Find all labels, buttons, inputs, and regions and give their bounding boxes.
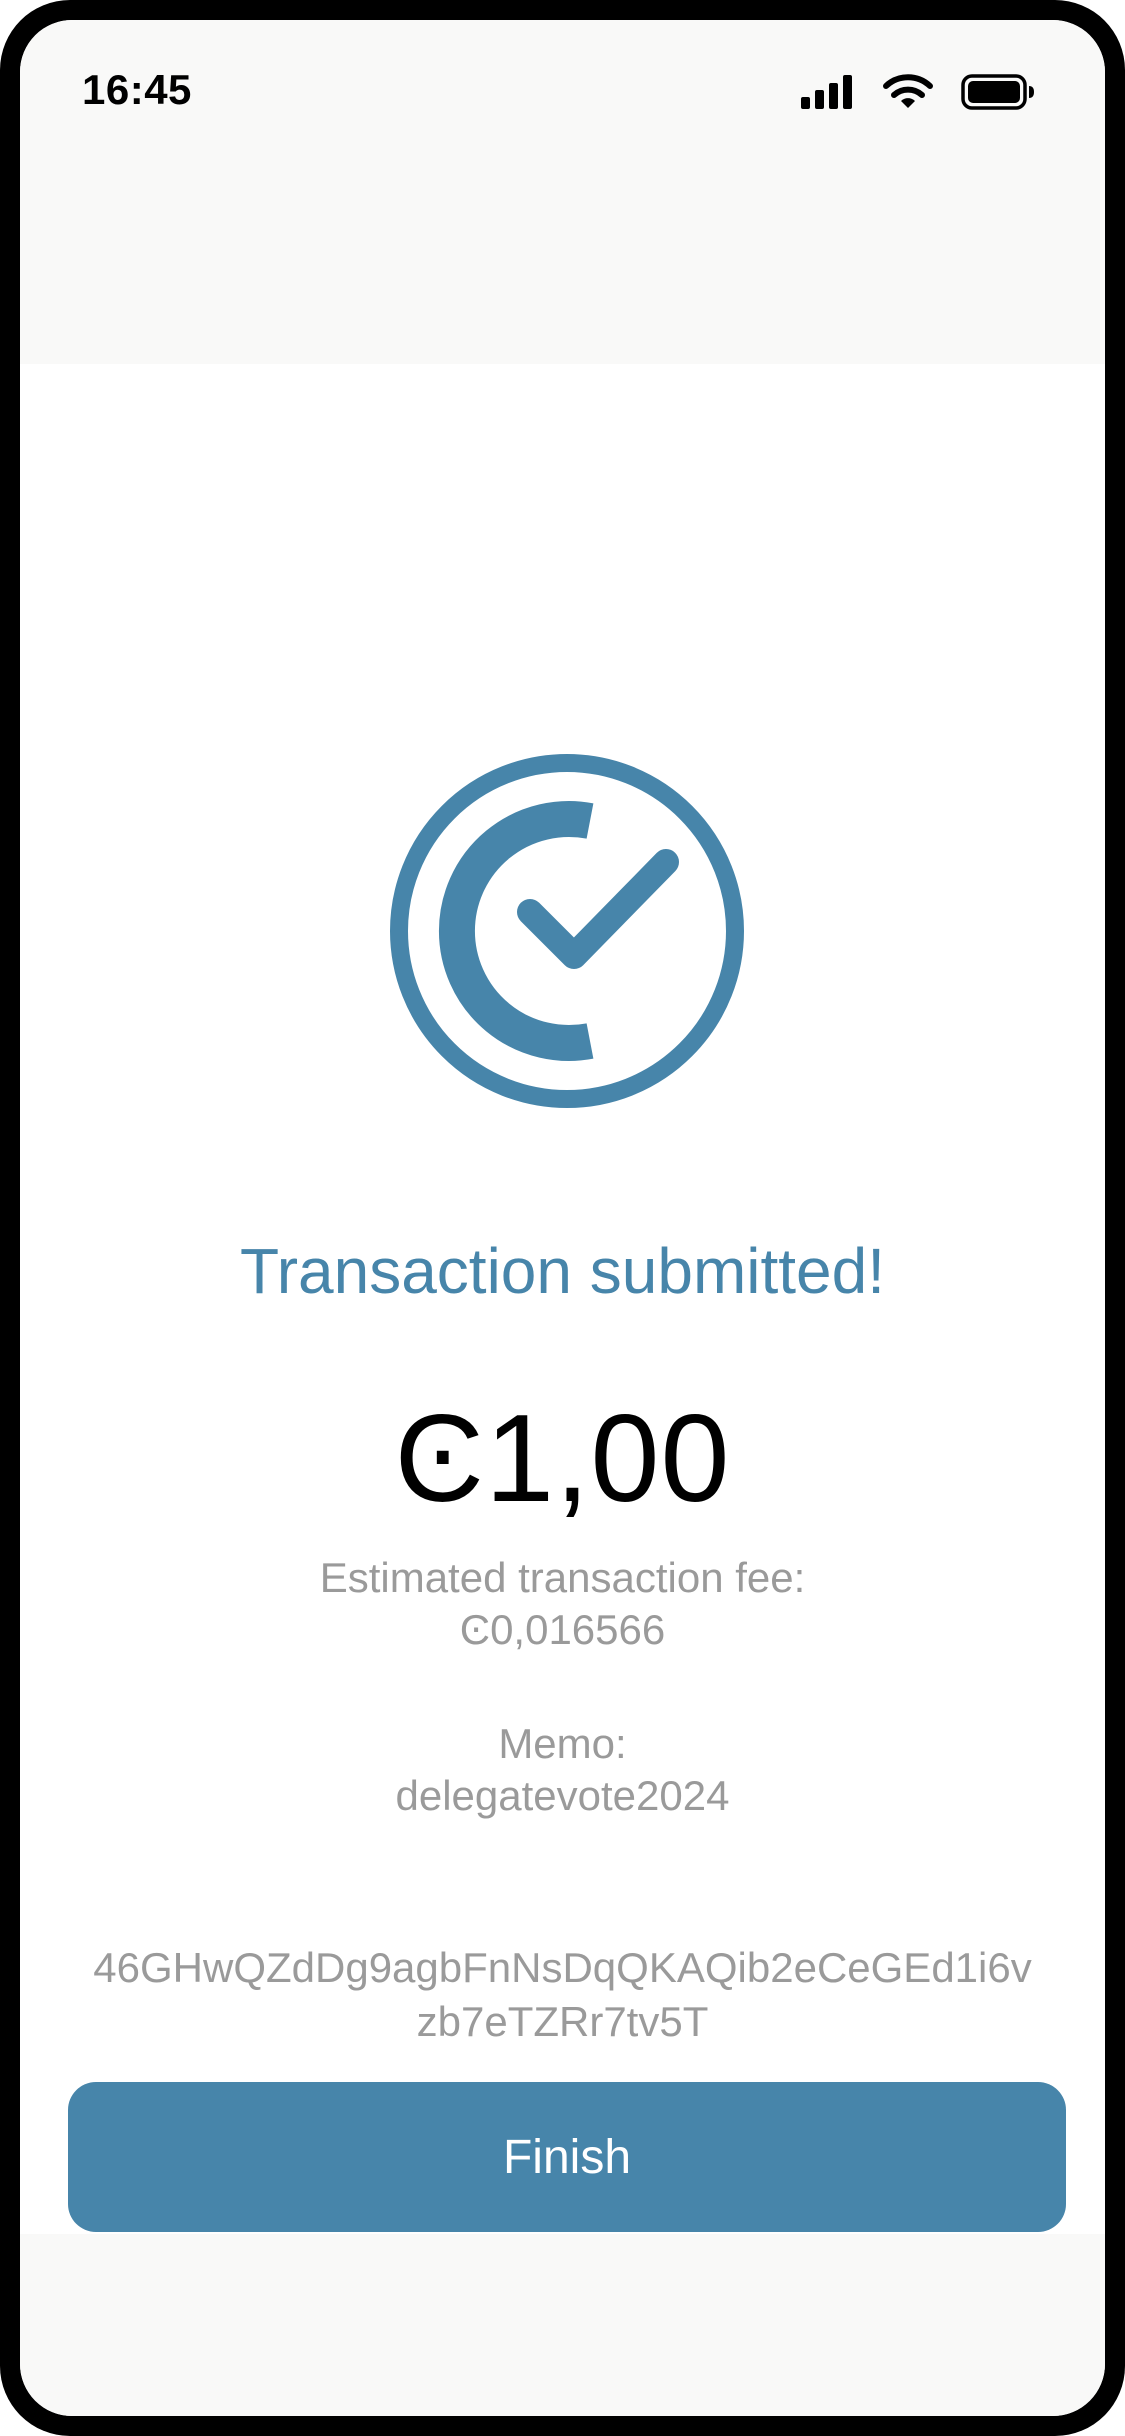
bottom-safe-area (20, 2234, 1105, 2416)
phone-frame: 16:45 Transaction submitted! Ͼ1,00 Estim… (0, 0, 1125, 2436)
memo-value: delegatevote2024 (395, 1772, 730, 1819)
transaction-hash-line-2: zb7eTZRr7tv5T (416, 1998, 709, 2045)
ccd-check-icon (390, 754, 744, 1108)
fee-label: Estimated transaction fee: (319, 1554, 806, 1601)
transaction-status-title: Transaction submitted! (239, 1235, 886, 1307)
finish-button-label: Finish (502, 2130, 632, 2184)
result-content: Transaction submitted! Ͼ1,00 Estimated t… (20, 364, 1105, 2234)
screen: 16:45 Transaction submitted! Ͼ1,00 Estim… (20, 20, 1105, 2416)
fee-value: Ͼ0,016566 (459, 1606, 666, 1653)
status-bar-icons (801, 72, 1035, 112)
wifi-icon (883, 74, 933, 108)
top-safe-area: 16:45 (20, 20, 1105, 364)
cellular-signal-icon (801, 75, 852, 109)
finish-button[interactable]: Finish (68, 2082, 1066, 2232)
status-bar-time: 16:45 (82, 66, 192, 113)
transaction-amount: Ͼ1,00 (394, 1390, 731, 1528)
transaction-hash-line-1: 46GHwQZdDg9agbFnNsDqQKAQib2eCeGEd1i6v (93, 1944, 1032, 1991)
memo-label: Memo: (498, 1720, 627, 1767)
battery-icon (961, 74, 1034, 110)
